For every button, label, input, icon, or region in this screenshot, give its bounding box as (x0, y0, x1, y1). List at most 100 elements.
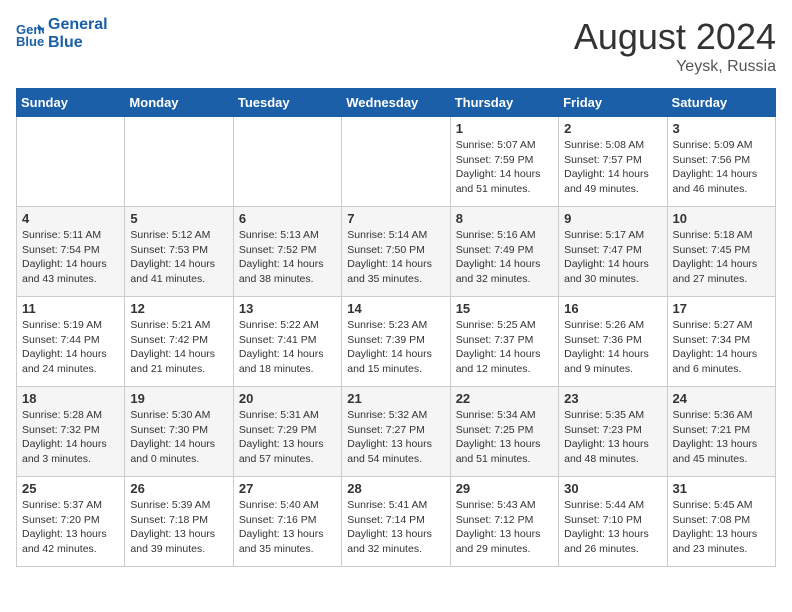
day-info: Sunrise: 5:45 AM Sunset: 7:08 PM Dayligh… (673, 498, 770, 557)
calendar-week-row: 11Sunrise: 5:19 AM Sunset: 7:44 PM Dayli… (17, 297, 776, 387)
day-number: 10 (673, 211, 770, 226)
calendar-cell: 16 Sunrise: 5:26 AM Sunset: 7:36 PM Dayli… (559, 297, 667, 387)
day-number: 30 (564, 481, 661, 496)
day-number: 3 (673, 121, 770, 136)
day-number: 17 (673, 301, 770, 316)
day-info: Sunrise: 5:25 AM Sunset: 7:37 PM Dayligh… (456, 318, 553, 377)
header-saturday: Saturday (667, 89, 775, 117)
day-info: Sunrise: 5:44 AM Sunset: 7:10 PM Dayligh… (564, 498, 661, 557)
day-number: 22 (456, 391, 553, 406)
day-number: 14 (347, 301, 444, 316)
day-info: Sunrise: 5:18 AM Sunset: 7:45 PM Dayligh… (673, 228, 770, 287)
calendar-cell: 13Sunrise: 5:22 AM Sunset: 7:41 PM Dayli… (233, 297, 341, 387)
calendar-cell: 28 Sunrise: 5:41 AM Sunset: 7:14 PM Dayli… (342, 477, 450, 567)
day-info: Sunrise: 5:35 AM Sunset: 7:23 PM Dayligh… (564, 408, 661, 467)
logo-general: General (48, 16, 108, 34)
day-info: Sunrise: 5:09 AM Sunset: 7:56 PM Dayligh… (673, 138, 770, 197)
day-number: 29 (456, 481, 553, 496)
day-number: 19 (130, 391, 227, 406)
day-info: Sunrise: 5:26 AM Sunset: 7:36 PM Dayligh… (564, 318, 661, 377)
calendar-cell: 25 Sunrise: 5:37 AM Sunset: 7:20 PM Dayli… (17, 477, 125, 567)
day-number: 2 (564, 121, 661, 136)
calendar-cell: 7 Sunrise: 5:14 AM Sunset: 7:50 PM Daylig… (342, 207, 450, 297)
calendar-cell: 20Sunrise: 5:31 AM Sunset: 7:29 PM Dayli… (233, 387, 341, 477)
day-number: 12 (130, 301, 227, 316)
calendar-cell (125, 117, 233, 207)
day-number: 20 (239, 391, 336, 406)
calendar-cell: 26 Sunrise: 5:39 AM Sunset: 7:18 PM Dayli… (125, 477, 233, 567)
logo-blue: Blue (48, 34, 108, 52)
calendar-cell: 17 Sunrise: 5:27 AM Sunset: 7:34 PM Dayli… (667, 297, 775, 387)
calendar-cell: 23 Sunrise: 5:35 AM Sunset: 7:23 PM Dayli… (559, 387, 667, 477)
calendar-cell: 8 Sunrise: 5:16 AM Sunset: 7:49 PM Daylig… (450, 207, 558, 297)
day-number: 1 (456, 121, 553, 136)
svg-text:Blue: Blue (16, 34, 44, 48)
day-number: 18 (22, 391, 119, 406)
day-info: Sunrise: 5:21 AM Sunset: 7:42 PM Dayligh… (130, 318, 227, 377)
calendar-week-row: 4Sunrise: 5:11 AM Sunset: 7:54 PM Daylig… (17, 207, 776, 297)
day-number: 7 (347, 211, 444, 226)
calendar-cell: 9Sunrise: 5:17 AM Sunset: 7:47 PM Daylig… (559, 207, 667, 297)
day-number: 16 (564, 301, 661, 316)
day-number: 8 (456, 211, 553, 226)
calendar-cell: 22 Sunrise: 5:34 AM Sunset: 7:25 PM Dayli… (450, 387, 558, 477)
calendar-cell: 14 Sunrise: 5:23 AM Sunset: 7:39 PM Dayli… (342, 297, 450, 387)
calendar-week-row: 25 Sunrise: 5:37 AM Sunset: 7:20 PM Dayli… (17, 477, 776, 567)
day-info: Sunrise: 5:11 AM Sunset: 7:54 PM Dayligh… (22, 228, 119, 287)
day-number: 23 (564, 391, 661, 406)
calendar-cell: 11Sunrise: 5:19 AM Sunset: 7:44 PM Dayli… (17, 297, 125, 387)
calendar-cell (233, 117, 341, 207)
header-thursday: Thursday (450, 89, 558, 117)
day-number: 21 (347, 391, 444, 406)
day-number: 31 (673, 481, 770, 496)
day-info: Sunrise: 5:14 AM Sunset: 7:50 PM Dayligh… (347, 228, 444, 287)
calendar-cell: 30 Sunrise: 5:44 AM Sunset: 7:10 PM Dayli… (559, 477, 667, 567)
day-info: Sunrise: 5:37 AM Sunset: 7:20 PM Dayligh… (22, 498, 119, 557)
day-info: Sunrise: 5:13 AM Sunset: 7:52 PM Dayligh… (239, 228, 336, 287)
calendar-week-row: 18 Sunrise: 5:28 AM Sunset: 7:32 PM Dayli… (17, 387, 776, 477)
day-info: Sunrise: 5:07 AM Sunset: 7:59 PM Dayligh… (456, 138, 553, 197)
day-info: Sunrise: 5:36 AM Sunset: 7:21 PM Dayligh… (673, 408, 770, 467)
day-number: 26 (130, 481, 227, 496)
day-number: 15 (456, 301, 553, 316)
logo-icon: General Blue (16, 20, 44, 48)
calendar-cell: 5Sunrise: 5:12 AM Sunset: 7:53 PM Daylig… (125, 207, 233, 297)
day-info: Sunrise: 5:34 AM Sunset: 7:25 PM Dayligh… (456, 408, 553, 467)
day-info: Sunrise: 5:27 AM Sunset: 7:34 PM Dayligh… (673, 318, 770, 377)
calendar-cell: 27 Sunrise: 5:40 AM Sunset: 7:16 PM Dayli… (233, 477, 341, 567)
day-info: Sunrise: 5:41 AM Sunset: 7:14 PM Dayligh… (347, 498, 444, 557)
day-info: Sunrise: 5:43 AM Sunset: 7:12 PM Dayligh… (456, 498, 553, 557)
day-number: 24 (673, 391, 770, 406)
header-wednesday: Wednesday (342, 89, 450, 117)
calendar-cell (17, 117, 125, 207)
calendar-cell: 4Sunrise: 5:11 AM Sunset: 7:54 PM Daylig… (17, 207, 125, 297)
day-number: 6 (239, 211, 336, 226)
day-info: Sunrise: 5:16 AM Sunset: 7:49 PM Dayligh… (456, 228, 553, 287)
day-info: Sunrise: 5:28 AM Sunset: 7:32 PM Dayligh… (22, 408, 119, 467)
calendar-cell: 1 Sunrise: 5:07 AM Sunset: 7:59 PM Daylig… (450, 117, 558, 207)
calendar-cell: 18 Sunrise: 5:28 AM Sunset: 7:32 PM Dayli… (17, 387, 125, 477)
day-number: 27 (239, 481, 336, 496)
day-info: Sunrise: 5:23 AM Sunset: 7:39 PM Dayligh… (347, 318, 444, 377)
day-info: Sunrise: 5:19 AM Sunset: 7:44 PM Dayligh… (22, 318, 119, 377)
header-friday: Friday (559, 89, 667, 117)
calendar-cell (342, 117, 450, 207)
day-number: 5 (130, 211, 227, 226)
day-info: Sunrise: 5:39 AM Sunset: 7:18 PM Dayligh… (130, 498, 227, 557)
day-info: Sunrise: 5:22 AM Sunset: 7:41 PM Dayligh… (239, 318, 336, 377)
header-monday: Monday (125, 89, 233, 117)
day-info: Sunrise: 5:17 AM Sunset: 7:47 PM Dayligh… (564, 228, 661, 287)
title-block: August 2024 Yeysk, Russia (574, 16, 776, 76)
day-number: 28 (347, 481, 444, 496)
calendar-cell: 2Sunrise: 5:08 AM Sunset: 7:57 PM Daylig… (559, 117, 667, 207)
page-header: General Blue General Blue August 2024 Ye… (16, 16, 776, 76)
location-subtitle: Yeysk, Russia (574, 58, 776, 76)
calendar-header-row: SundayMondayTuesdayWednesdayThursdayFrid… (17, 89, 776, 117)
header-sunday: Sunday (17, 89, 125, 117)
day-info: Sunrise: 5:40 AM Sunset: 7:16 PM Dayligh… (239, 498, 336, 557)
calendar-cell: 21Sunrise: 5:32 AM Sunset: 7:27 PM Dayli… (342, 387, 450, 477)
calendar-cell: 3 Sunrise: 5:09 AM Sunset: 7:56 PM Daylig… (667, 117, 775, 207)
calendar-week-row: 1 Sunrise: 5:07 AM Sunset: 7:59 PM Daylig… (17, 117, 776, 207)
calendar-cell: 24 Sunrise: 5:36 AM Sunset: 7:21 PM Dayli… (667, 387, 775, 477)
day-number: 25 (22, 481, 119, 496)
